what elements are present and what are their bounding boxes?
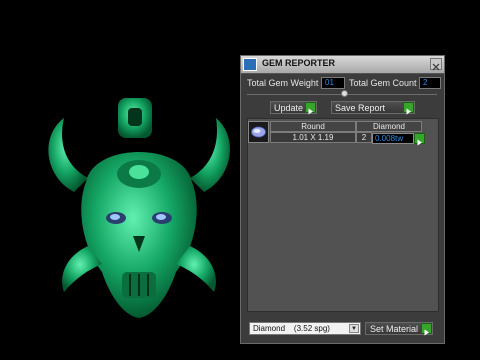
- green-arrow-icon: [421, 323, 432, 336]
- set-material-button[interactable]: Set Material: [365, 322, 433, 336]
- total-gem-weight-value: 01: [321, 77, 345, 89]
- column-header-shape: Round: [270, 121, 356, 132]
- gem-weight-cell[interactable]: 0.008tw: [372, 133, 414, 144]
- update-button[interactable]: Update: [270, 101, 317, 115]
- total-gem-count-label: Total Gem Count: [349, 78, 417, 88]
- material-select-value: Diamond (3.52 spg): [253, 324, 330, 333]
- green-arrow-icon[interactable]: [414, 133, 425, 146]
- total-gem-weight-label: Total Gem Weight: [247, 78, 319, 88]
- title-bar[interactable]: GEM REPORTER: [241, 56, 444, 74]
- close-icon[interactable]: [430, 58, 442, 71]
- gem-reporter-icon: [243, 58, 257, 71]
- save-report-button[interactable]: Save Report: [331, 101, 415, 115]
- column-header-material: Diamond: [356, 121, 422, 132]
- splitter-handle[interactable]: [341, 90, 348, 97]
- gem-size-cell[interactable]: 1.01 X 1.19: [270, 132, 356, 143]
- gem-results-list: Round Diamond 1.01 X 1.19 2 0.008tw: [247, 118, 439, 312]
- panel-title: GEM REPORTER: [262, 58, 336, 68]
- gem-reporter-panel: GEM REPORTER Total Gem Weight 01 Total G…: [240, 55, 445, 344]
- set-material-button-label: Set Material: [370, 324, 419, 334]
- material-select[interactable]: Diamond (3.52 spg) ▼: [249, 322, 361, 335]
- save-report-button-label: Save Report: [335, 103, 386, 113]
- skull-pendant-model: [48, 98, 230, 318]
- update-button-label: Update: [274, 103, 304, 113]
- green-arrow-icon: [305, 102, 316, 115]
- gem-count-cell[interactable]: 2: [356, 132, 372, 143]
- round-gem-icon[interactable]: [248, 121, 269, 143]
- green-arrow-icon: [403, 102, 414, 115]
- total-gem-count-value: 2: [419, 77, 441, 89]
- chevron-down-icon[interactable]: ▼: [349, 324, 359, 333]
